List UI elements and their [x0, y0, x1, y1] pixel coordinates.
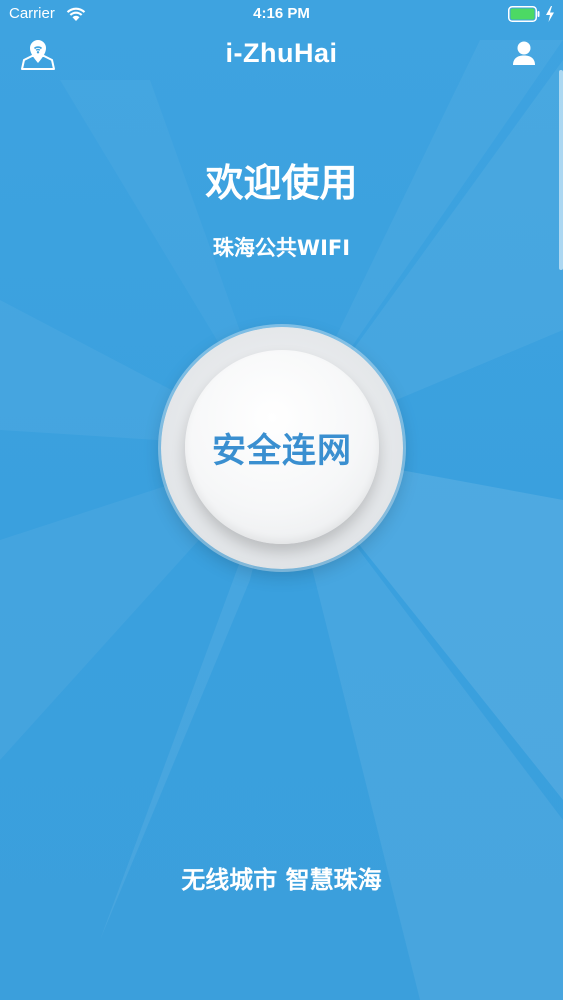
- navigation-bar: i-ZhuHai: [0, 30, 563, 80]
- battery-icon: [508, 6, 540, 22]
- welcome-subtitle: 珠海公共WIFI: [212, 236, 351, 260]
- footer-slogan: 无线城市 智慧珠海: [181, 866, 382, 894]
- status-bar: Carrier 4:16 PM: [0, 0, 563, 30]
- secure-connect-label: 安全连网: [212, 430, 352, 471]
- welcome-title: 欢迎使用: [205, 161, 358, 205]
- charging-bolt-icon: [546, 6, 554, 22]
- user-profile-button[interactable]: [508, 38, 540, 70]
- app-screen: Carrier 4:16 PM i-ZhuHai 欢迎使用 珠海公共WIFI 安…: [0, 0, 563, 1000]
- status-time: 4:16 PM: [253, 5, 310, 22]
- user-icon: [513, 41, 535, 65]
- secure-connect-button[interactable]: 安全连网: [185, 350, 379, 544]
- app-title: i-ZhuHai: [225, 38, 338, 68]
